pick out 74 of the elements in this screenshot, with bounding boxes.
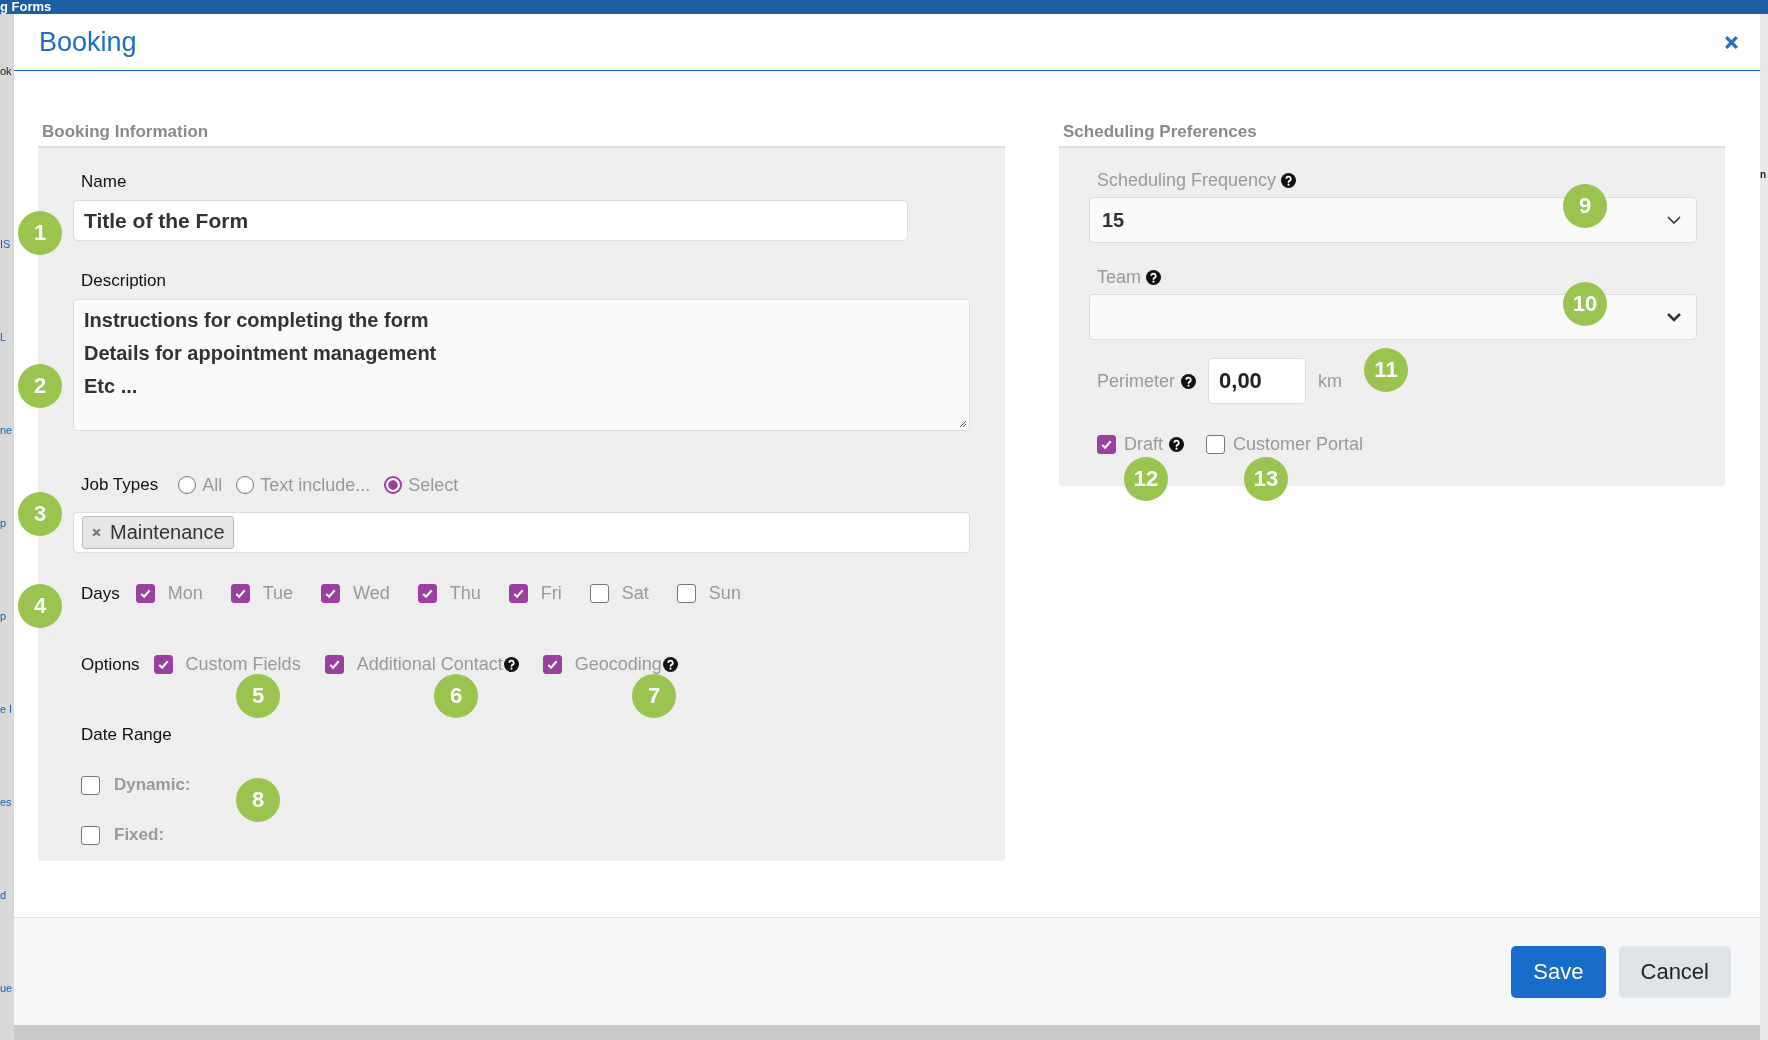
list-item: es — [0, 795, 13, 809]
list-item: d — [0, 888, 8, 902]
radio-button[interactable] — [178, 476, 197, 495]
checkbox-label: Customer Portal — [1233, 434, 1364, 455]
checkbox-label: Thu — [449, 583, 481, 604]
checkbox[interactable] — [81, 825, 100, 845]
checkbox[interactable] — [81, 775, 100, 795]
list-item: p — [0, 609, 8, 623]
remove-icon[interactable] — [91, 526, 102, 538]
field-label: Team — [1097, 267, 1141, 288]
checkbox-label: Fri — [540, 583, 562, 604]
chevron-icon — [1666, 312, 1682, 322]
list-item: e l — [0, 702, 13, 716]
list-item: ue — [0, 981, 14, 995]
chevron-icon — [1666, 215, 1682, 225]
help-icon[interactable] — [1169, 437, 1184, 452]
help-icon[interactable] — [1281, 173, 1297, 188]
perimeter-field[interactable]: 0,00 — [1208, 358, 1307, 404]
radio-label: Select — [408, 474, 459, 496]
checkbox-label: Geocoding — [574, 654, 662, 675]
checkbox[interactable] — [135, 584, 155, 603]
job-type-field[interactable]: Maintenance — [73, 511, 970, 553]
checkbox[interactable] — [1206, 435, 1225, 454]
close-icon[interactable] — [1723, 33, 1740, 51]
checkbox-label: Sun — [708, 583, 741, 604]
radio-label: Text include... — [260, 474, 371, 496]
cancel-button[interactable]: Cancel — [1618, 945, 1731, 998]
field-label: Scheduling Frequency — [1097, 170, 1277, 191]
name-field[interactable]: Title of the Form — [73, 200, 908, 242]
dialog-title: Booking — [39, 26, 137, 58]
description-field[interactable]: Instructions for completing the form Details for appointment management Etc ... — [73, 299, 970, 431]
radio-button[interactable] — [384, 476, 403, 495]
checkbox[interactable] — [321, 584, 341, 603]
field-label: Date Range — [81, 725, 172, 745]
checkbox[interactable] — [542, 655, 562, 674]
checkbox[interactable] — [676, 584, 696, 603]
checkbox-label: Mon — [167, 583, 203, 604]
save-button[interactable]: Save — [1511, 945, 1606, 998]
list-item: ne — [0, 423, 14, 437]
field-label: Name — [81, 172, 127, 192]
list-item: IS — [0, 237, 12, 251]
checkbox[interactable] — [1097, 435, 1116, 454]
help-icon[interactable] — [503, 657, 519, 672]
tag-label: Maintenance — [110, 520, 225, 544]
page-title: g Forms — [0, 0, 53, 14]
help-icon[interactable] — [1181, 373, 1197, 389]
help-icon[interactable] — [1146, 270, 1161, 285]
list-item: ok — [0, 64, 13, 78]
field-label: Days — [81, 583, 120, 604]
checkbox-label: Dynamic: — [114, 775, 191, 795]
checkbox[interactable] — [508, 584, 528, 603]
field-label: Description — [81, 271, 167, 292]
help-icon[interactable] — [662, 657, 678, 672]
checkbox[interactable] — [417, 584, 437, 603]
checkbox-label: Wed — [353, 583, 390, 604]
list-item: L — [0, 330, 8, 344]
checkbox-label: Additional Contact — [356, 654, 503, 675]
tab-label: n — [1760, 169, 1767, 180]
checkbox[interactable] — [324, 655, 344, 674]
checkbox[interactable] — [153, 655, 173, 674]
radio-label: All — [202, 474, 223, 496]
checkbox-label: Tue — [262, 583, 294, 604]
radio-button[interactable] — [236, 476, 255, 495]
checkbox[interactable] — [589, 584, 609, 603]
field-label: Options — [81, 654, 140, 675]
checkbox-label: Draft — [1124, 434, 1163, 455]
checkbox-label: Sat — [621, 583, 649, 604]
list-item: p — [0, 516, 8, 530]
checkbox-label: Custom Fields — [185, 654, 301, 675]
checkbox-label: Fixed: — [114, 825, 165, 845]
field-label: Job Types — [81, 475, 159, 496]
unit-label: km — [1318, 370, 1343, 392]
checkbox[interactable] — [230, 584, 250, 603]
field-label: Perimeter — [1097, 370, 1176, 392]
